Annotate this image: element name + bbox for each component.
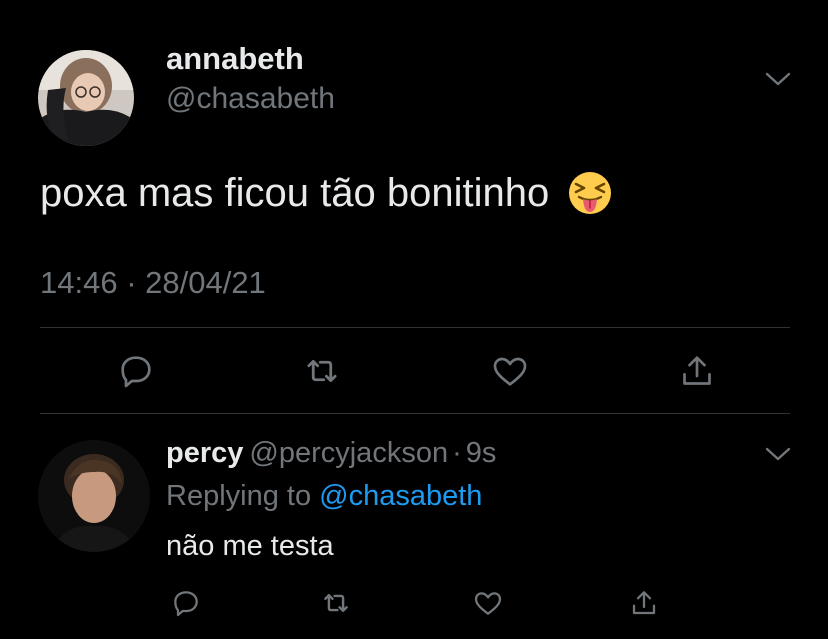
reply-icon[interactable] — [168, 585, 204, 621]
tweet-timestamp[interactable]: 14:46 · 28/04/21 — [40, 265, 266, 301]
author-avatar[interactable] — [38, 50, 134, 146]
author-handle[interactable]: @chasabeth — [166, 82, 335, 116]
retweet-icon[interactable] — [318, 585, 354, 621]
reply-author-display-name[interactable]: percy — [166, 437, 243, 469]
replying-to-label: Replying to — [166, 480, 312, 512]
tweet-text: poxa mas ficou tão bonitinho — [40, 170, 613, 216]
reply-time-ago[interactable]: 9s — [466, 437, 497, 469]
divider — [40, 327, 790, 328]
chevron-down-icon[interactable] — [764, 70, 792, 88]
reply-text: não me testa — [166, 530, 334, 562]
share-icon[interactable] — [626, 585, 662, 621]
retweet-icon[interactable] — [300, 349, 344, 393]
replying-to-line: Replying to @chasabeth — [166, 480, 482, 513]
tweet-text-content: poxa mas ficou tão bonitinho — [40, 170, 550, 215]
heart-icon[interactable] — [488, 349, 532, 393]
avatar-photo — [38, 50, 134, 146]
squinting-face-with-tongue-icon — [567, 170, 613, 216]
divider — [40, 413, 790, 414]
separator-dot: · — [452, 437, 462, 469]
replying-to-handle-link[interactable]: @chasabeth — [319, 480, 482, 512]
heart-icon[interactable] — [470, 585, 506, 621]
reply-author-avatar[interactable] — [38, 440, 150, 552]
reply-author-handle[interactable]: @percyjackson — [249, 437, 448, 469]
reply-icon[interactable] — [114, 349, 158, 393]
share-icon[interactable] — [675, 349, 719, 393]
chevron-down-icon[interactable] — [764, 445, 792, 463]
reply-header: percy @percyjackson · 9s — [166, 437, 496, 470]
avatar-photo — [38, 440, 150, 552]
author-display-name[interactable]: annabeth — [166, 41, 304, 77]
